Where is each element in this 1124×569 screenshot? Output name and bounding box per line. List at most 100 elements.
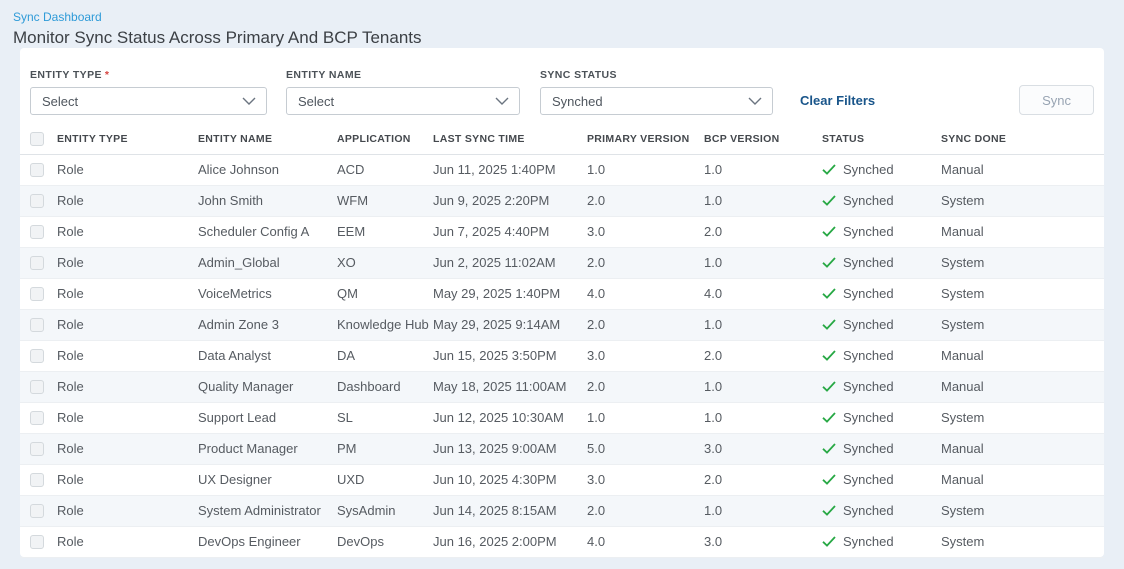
check-icon — [822, 288, 836, 299]
table-row[interactable]: Role System Administrator SysAdmin Jun 1… — [20, 495, 1104, 526]
cell-entity-type: Role — [57, 526, 198, 557]
entity-type-select[interactable]: Select — [30, 87, 267, 115]
cell-application: EEM — [337, 216, 433, 247]
table-row[interactable]: Role Admin_Global XO Jun 2, 2025 11:02AM… — [20, 247, 1104, 278]
table-row[interactable]: Role Alice Johnson ACD Jun 11, 2025 1:40… — [20, 154, 1104, 185]
row-checkbox[interactable] — [30, 380, 44, 394]
cell-application: PM — [337, 433, 433, 464]
table-row[interactable]: Role Data Analyst DA Jun 15, 2025 3:50PM… — [20, 340, 1104, 371]
cell-bcp-version: 1.0 — [704, 247, 822, 278]
row-checkbox-cell — [20, 216, 57, 247]
column-header-status: STATUS — [822, 124, 941, 154]
table-row[interactable]: Role Quality Manager Dashboard May 18, 2… — [20, 371, 1104, 402]
sync-status-select-value: Synched — [552, 94, 603, 109]
select-all-checkbox[interactable] — [30, 132, 44, 146]
cell-entity-type: Role — [57, 154, 198, 185]
sync-button[interactable]: Sync — [1019, 85, 1094, 115]
row-checkbox[interactable] — [30, 535, 44, 549]
status-text: Synched — [843, 379, 894, 394]
cell-last-sync-time: May 18, 2025 11:00AM — [433, 371, 587, 402]
table-row[interactable]: Role John Smith WFM Jun 9, 2025 2:20PM 2… — [20, 185, 1104, 216]
cell-sync-done: Manual — [941, 433, 1104, 464]
cell-entity-name: VoiceMetrics — [198, 278, 337, 309]
cell-last-sync-time: Jun 12, 2025 10:30AM — [433, 402, 587, 433]
clear-filters-link[interactable]: Clear Filters — [800, 93, 875, 108]
cell-last-sync-time: Jun 11, 2025 1:40PM — [433, 154, 587, 185]
cell-status: Synched — [822, 495, 941, 526]
cell-application: Dashboard — [337, 371, 433, 402]
row-checkbox-cell — [20, 526, 57, 557]
filter-entity-name: ENTITY NAME Select — [286, 69, 520, 115]
column-header-entity-type: ENTITY TYPE — [57, 124, 198, 154]
cell-sync-done: System — [941, 309, 1104, 340]
row-checkbox-cell — [20, 340, 57, 371]
entity-name-select-value: Select — [298, 94, 334, 109]
status-text: Synched — [843, 286, 894, 301]
check-icon — [822, 350, 836, 361]
table-row[interactable]: Role UX Designer UXD Jun 10, 2025 4:30PM… — [20, 464, 1104, 495]
cell-primary-version: 2.0 — [587, 185, 704, 216]
cell-application: Knowledge Hub — [337, 309, 433, 340]
cell-entity-type: Role — [57, 247, 198, 278]
row-checkbox[interactable] — [30, 504, 44, 518]
cell-entity-name: UX Designer — [198, 464, 337, 495]
cell-entity-type: Role — [57, 278, 198, 309]
entity-name-select[interactable]: Select — [286, 87, 520, 115]
cell-sync-done: System — [941, 247, 1104, 278]
table-row[interactable]: Role Support Lead SL Jun 12, 2025 10:30A… — [20, 402, 1104, 433]
status-text: Synched — [843, 317, 894, 332]
check-icon — [822, 412, 836, 423]
row-checkbox[interactable] — [30, 411, 44, 425]
status-text: Synched — [843, 441, 894, 456]
sync-status-select[interactable]: Synched — [540, 87, 773, 115]
row-checkbox[interactable] — [30, 442, 44, 456]
row-checkbox[interactable] — [30, 473, 44, 487]
check-icon — [822, 536, 836, 547]
entity-type-label-text: ENTITY TYPE — [30, 69, 102, 81]
cell-status: Synched — [822, 278, 941, 309]
row-checkbox[interactable] — [30, 163, 44, 177]
table-row[interactable]: Role VoiceMetrics QM May 29, 2025 1:40PM… — [20, 278, 1104, 309]
status-text: Synched — [843, 348, 894, 363]
row-checkbox[interactable] — [30, 194, 44, 208]
cell-entity-type: Role — [57, 464, 198, 495]
check-icon — [822, 505, 836, 516]
column-header-bcp-version: BCP VERSION — [704, 124, 822, 154]
cell-application: SL — [337, 402, 433, 433]
cell-primary-version: 3.0 — [587, 216, 704, 247]
row-checkbox-cell — [20, 185, 57, 216]
table-row[interactable]: Role DevOps Engineer DevOps Jun 16, 2025… — [20, 526, 1104, 557]
row-checkbox[interactable] — [30, 287, 44, 301]
cell-status: Synched — [822, 371, 941, 402]
cell-status: Synched — [822, 309, 941, 340]
status-text: Synched — [843, 255, 894, 270]
cell-entity-type: Role — [57, 495, 198, 526]
cell-application: DA — [337, 340, 433, 371]
entity-type-select-value: Select — [42, 94, 78, 109]
row-checkbox[interactable] — [30, 349, 44, 363]
cell-entity-type: Role — [57, 433, 198, 464]
table-row[interactable]: Role Admin Zone 3 Knowledge Hub May 29, … — [20, 309, 1104, 340]
cell-bcp-version: 3.0 — [704, 526, 822, 557]
row-checkbox[interactable] — [30, 225, 44, 239]
cell-status: Synched — [822, 526, 941, 557]
cell-entity-type: Role — [57, 216, 198, 247]
column-header-entity-name: ENTITY NAME — [198, 124, 337, 154]
cell-primary-version: 3.0 — [587, 340, 704, 371]
row-checkbox-cell — [20, 154, 57, 185]
breadcrumb-sync-dashboard[interactable]: Sync Dashboard — [13, 9, 1124, 25]
table-row[interactable]: Role Scheduler Config A EEM Jun 7, 2025 … — [20, 216, 1104, 247]
cell-sync-done: Manual — [941, 340, 1104, 371]
cell-status: Synched — [822, 216, 941, 247]
cell-application: UXD — [337, 464, 433, 495]
cell-entity-type: Role — [57, 402, 198, 433]
cell-entity-name: Admin Zone 3 — [198, 309, 337, 340]
check-icon — [822, 381, 836, 392]
cell-sync-done: System — [941, 402, 1104, 433]
table-row[interactable]: Role Product Manager PM Jun 13, 2025 9:0… — [20, 433, 1104, 464]
row-checkbox[interactable] — [30, 256, 44, 270]
row-checkbox[interactable] — [30, 318, 44, 332]
cell-status: Synched — [822, 247, 941, 278]
row-checkbox-cell — [20, 402, 57, 433]
check-icon — [822, 195, 836, 206]
